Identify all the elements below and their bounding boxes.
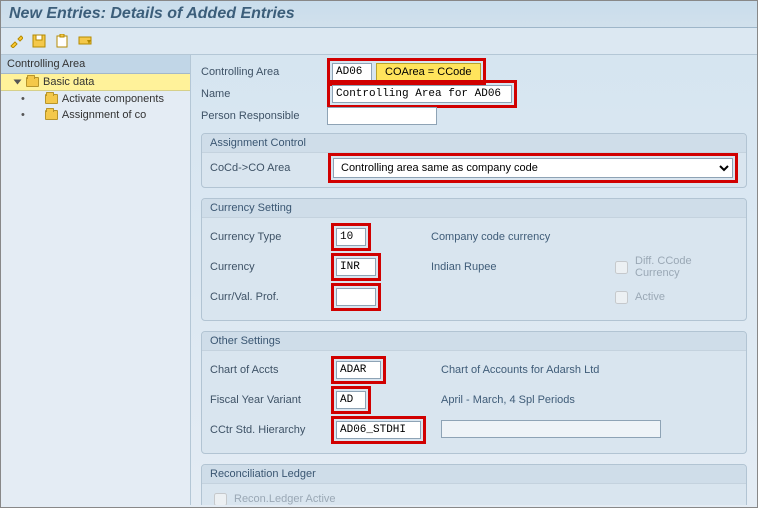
recon-ledger-active-check: Recon.Ledger Active	[210, 490, 336, 506]
currency-desc: Indian Rupee	[431, 261, 496, 273]
active-checkbox	[615, 291, 628, 304]
save-icon[interactable]	[30, 32, 48, 50]
window-title: New Entries: Details of Added Entries	[1, 1, 757, 28]
name-label: Name	[201, 88, 321, 100]
diff-ccode-currency-checkbox	[615, 261, 628, 274]
folder-icon	[45, 94, 58, 104]
group-legend: Other Settings	[202, 332, 746, 351]
bullet-icon: •	[21, 109, 25, 121]
currency-input[interactable]	[336, 258, 376, 276]
name-input[interactable]	[332, 85, 512, 103]
group-legend: Reconciliation Ledger	[202, 465, 746, 484]
chart-of-accts-input[interactable]	[336, 361, 381, 379]
tree-item-label: Activate components	[62, 93, 164, 105]
cocd-co-area-label: CoCd->CO Area	[210, 162, 322, 174]
controlling-area-label: Controlling Area	[201, 66, 321, 78]
active-check: Active	[611, 288, 665, 307]
currency-label: Currency	[210, 261, 255, 273]
chart-of-accts-label: Chart of Accts	[210, 364, 278, 376]
bullet-icon: •	[21, 93, 25, 105]
sap-window: New Entries: Details of Added Entries Co…	[0, 0, 758, 508]
person-responsible-label: Person Responsible	[201, 110, 321, 122]
diff-ccode-currency-check: Diff. CCode Currency	[611, 255, 737, 279]
fiscal-year-variant-input[interactable]	[336, 391, 366, 409]
controlling-area-input[interactable]	[332, 63, 372, 81]
group-currency-setting: Currency Setting Currency Type Company c…	[201, 198, 747, 321]
tree-item-activate[interactable]: • Activate components	[1, 91, 190, 107]
currency-type-label: Currency Type	[210, 231, 281, 243]
coarea-ccode-button[interactable]: COArea = CCode	[376, 63, 481, 81]
fiscal-year-variant-desc: April - March, 4 Spl Periods	[441, 394, 575, 406]
tree-root-label: Basic data	[43, 76, 94, 88]
chart-of-accts-desc: Chart of Accounts for Adarsh Ltd	[441, 364, 599, 376]
cocd-co-area-select[interactable]: Controlling area same as company code	[333, 158, 733, 178]
tree-header: Controlling Area	[1, 55, 190, 74]
curr-val-prof-label: Curr/Val. Prof.	[210, 291, 279, 303]
tree-item-label: Assignment of co	[62, 109, 146, 121]
group-other-settings: Other Settings Chart of Accts Chart of A…	[201, 331, 747, 454]
group-assignment-control: Assignment Control CoCd->CO Area Control…	[201, 133, 747, 188]
currency-type-input[interactable]	[336, 228, 366, 246]
cctr-std-hierarchy-label: CCtr Std. Hierarchy	[210, 424, 305, 436]
group-legend: Currency Setting	[202, 199, 746, 218]
currency-type-desc: Company code currency	[431, 231, 550, 243]
group-legend: Assignment Control	[202, 134, 746, 153]
folder-icon	[45, 110, 58, 120]
recon-ledger-active-checkbox	[214, 493, 227, 506]
nav-tree: Controlling Area Basic data • Activate c…	[1, 55, 191, 505]
toolbar	[1, 28, 757, 55]
fiscal-year-variant-label: Fiscal Year Variant	[210, 394, 301, 406]
expand-icon	[14, 80, 22, 85]
details-panel: Controlling Area COArea = CCode Name Per…	[191, 55, 757, 505]
transport-icon[interactable]	[76, 32, 94, 50]
curr-val-prof-input[interactable]	[336, 288, 376, 306]
tree-root-basic-data[interactable]: Basic data	[1, 74, 190, 91]
tools-icon[interactable]	[7, 32, 25, 50]
group-reconciliation-ledger: Reconciliation Ledger Recon.Ledger Activ…	[201, 464, 747, 505]
person-responsible-input[interactable]	[327, 107, 437, 125]
tree-item-assignment[interactable]: • Assignment of co	[1, 107, 190, 123]
paste-icon[interactable]	[53, 32, 71, 50]
folder-icon	[26, 77, 39, 87]
cctr-std-hierarchy-desc	[441, 420, 661, 438]
cctr-std-hierarchy-input[interactable]	[336, 421, 421, 439]
